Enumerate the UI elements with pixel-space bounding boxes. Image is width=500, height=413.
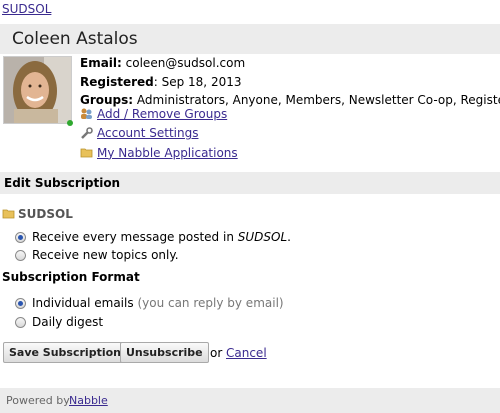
cancel-link[interactable]: Cancel — [226, 346, 267, 360]
option-new-topics[interactable]: Receive new topics only. — [15, 248, 179, 262]
profile-links: Add / Remove Groups Account Settings My … — [80, 104, 238, 163]
edit-subscription-header: Edit Subscription — [0, 172, 500, 194]
profile-header: Coleen Astalos — [0, 24, 500, 54]
subscription-format-title: Subscription Format — [2, 270, 140, 284]
radio-every-message[interactable] — [15, 231, 26, 243]
unsubscribe-button[interactable]: Unsubscribe — [120, 342, 209, 363]
wrench-icon — [80, 126, 93, 140]
option-every-message-label: Receive every message posted in — [32, 230, 238, 244]
settings-link-row: Account Settings — [80, 124, 238, 144]
registered-row: Registered: Sep 18, 2013 — [80, 73, 500, 92]
email-label: Email: — [80, 56, 122, 70]
option-every-message[interactable]: Receive every message posted in SUDSOL. — [15, 230, 291, 244]
folder-icon — [2, 208, 15, 220]
profile-info: Email: coleen@sudsol.com Registered: Sep… — [80, 54, 500, 110]
format-individual[interactable]: Individual emails (you can reply by emai… — [15, 296, 284, 310]
online-status-icon — [67, 120, 73, 126]
email-row: Email: coleen@sudsol.com — [80, 54, 500, 73]
save-subscription-button[interactable]: Save Subscription — [3, 342, 127, 363]
powered-by-text: Powered by — [6, 394, 70, 407]
group-icon — [80, 107, 93, 120]
apps-link-row: My Nabble Applications — [80, 143, 238, 163]
option-every-message-forum: SUDSOL — [237, 230, 288, 244]
avatar — [3, 56, 72, 124]
email-value: coleen@sudsol.com — [125, 56, 246, 70]
edit-subscription-title: Edit Subscription — [4, 176, 121, 190]
footer: Powered by Nabble — [0, 388, 500, 413]
user-name: Coleen Astalos — [12, 29, 138, 49]
radio-new-topics[interactable] — [15, 249, 26, 261]
forum-link[interactable]: SUDSOL — [2, 2, 51, 16]
forum-section-title: SUDSOL — [2, 207, 73, 221]
radio-daily-digest[interactable] — [15, 316, 26, 328]
option-new-topics-label: Receive new topics only. — [32, 248, 179, 262]
format-digest-label: Daily digest — [32, 315, 104, 329]
or-text: or — [210, 346, 223, 360]
option-every-message-suffix: . — [287, 230, 291, 244]
nabble-link[interactable]: Nabble — [69, 394, 108, 407]
nabble-applications-link[interactable]: My Nabble Applications — [97, 146, 238, 160]
format-individual-note: (you can reply by email) — [137, 296, 284, 310]
account-settings-link[interactable]: Account Settings — [97, 126, 198, 140]
format-individual-label: Individual emails — [32, 296, 134, 310]
add-remove-groups-link[interactable]: Add / Remove Groups — [97, 107, 227, 121]
folder-icon — [80, 146, 93, 159]
forum-name: SUDSOL — [18, 207, 73, 221]
registered-label: Registered — [80, 74, 154, 89]
groups-link-row: Add / Remove Groups — [80, 104, 238, 124]
format-digest[interactable]: Daily digest — [15, 315, 103, 329]
registered-value: : Sep 18, 2013 — [153, 74, 242, 89]
avatar-photo — [4, 57, 71, 123]
radio-individual-emails[interactable] — [15, 297, 26, 309]
